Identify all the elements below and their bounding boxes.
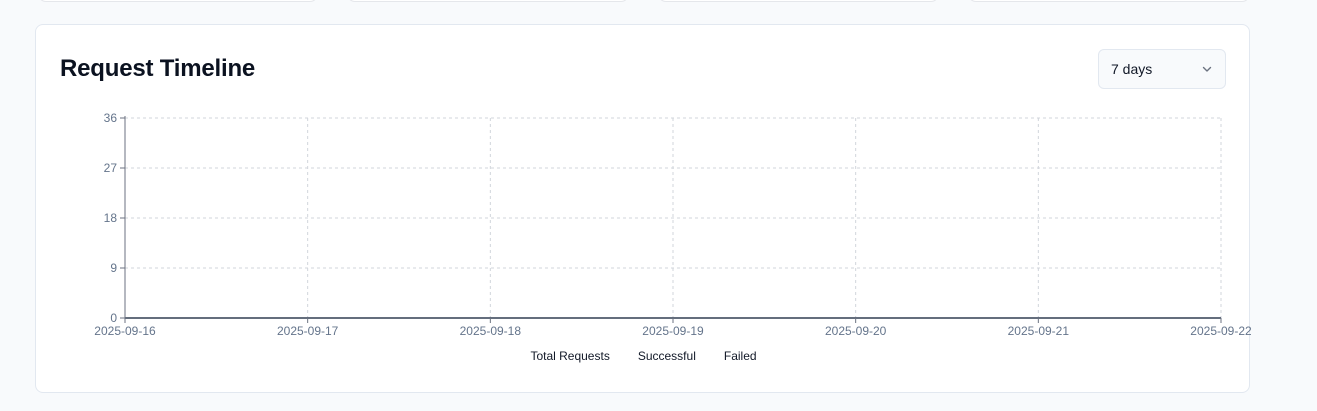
- request-timeline-panel: Request Timeline 7 days 0 9 18 27 36 2025-09-…: [35, 24, 1251, 393]
- x-tick-label: 2025-09-17: [277, 324, 339, 338]
- summary-card: [38, 0, 318, 2]
- x-tick-label: 2025-09-19: [642, 324, 704, 338]
- summary-card: [347, 0, 629, 2]
- legend-item[interactable]: Total Requests: [530, 349, 609, 363]
- legend-item[interactable]: Successful: [638, 349, 696, 363]
- x-tick-label: 2025-09-18: [460, 324, 522, 338]
- chart-legend: Total Requests Successful Failed: [36, 349, 1251, 363]
- summary-card: [658, 0, 939, 2]
- x-tick-label: 2025-09-22: [1190, 324, 1251, 338]
- y-tick-label: 0: [110, 311, 117, 325]
- y-tick-label: 27: [104, 161, 118, 175]
- summary-card: [968, 0, 1250, 2]
- request-timeline-chart: 0 9 18 27 36 2025-09-16 2025-09-17 2025-09-18 20…: [94, 111, 1251, 338]
- y-tick-label: 9: [110, 261, 117, 275]
- y-tick-label: 36: [104, 111, 118, 125]
- legend-item[interactable]: Failed: [724, 349, 757, 363]
- y-tick-label: 18: [104, 211, 118, 225]
- x-tick-label: 2025-09-20: [825, 324, 887, 338]
- summary-cards-strip: [0, 0, 1317, 2]
- x-tick-label: 2025-09-16: [94, 324, 156, 338]
- x-tick-label: 2025-09-21: [1008, 324, 1070, 338]
